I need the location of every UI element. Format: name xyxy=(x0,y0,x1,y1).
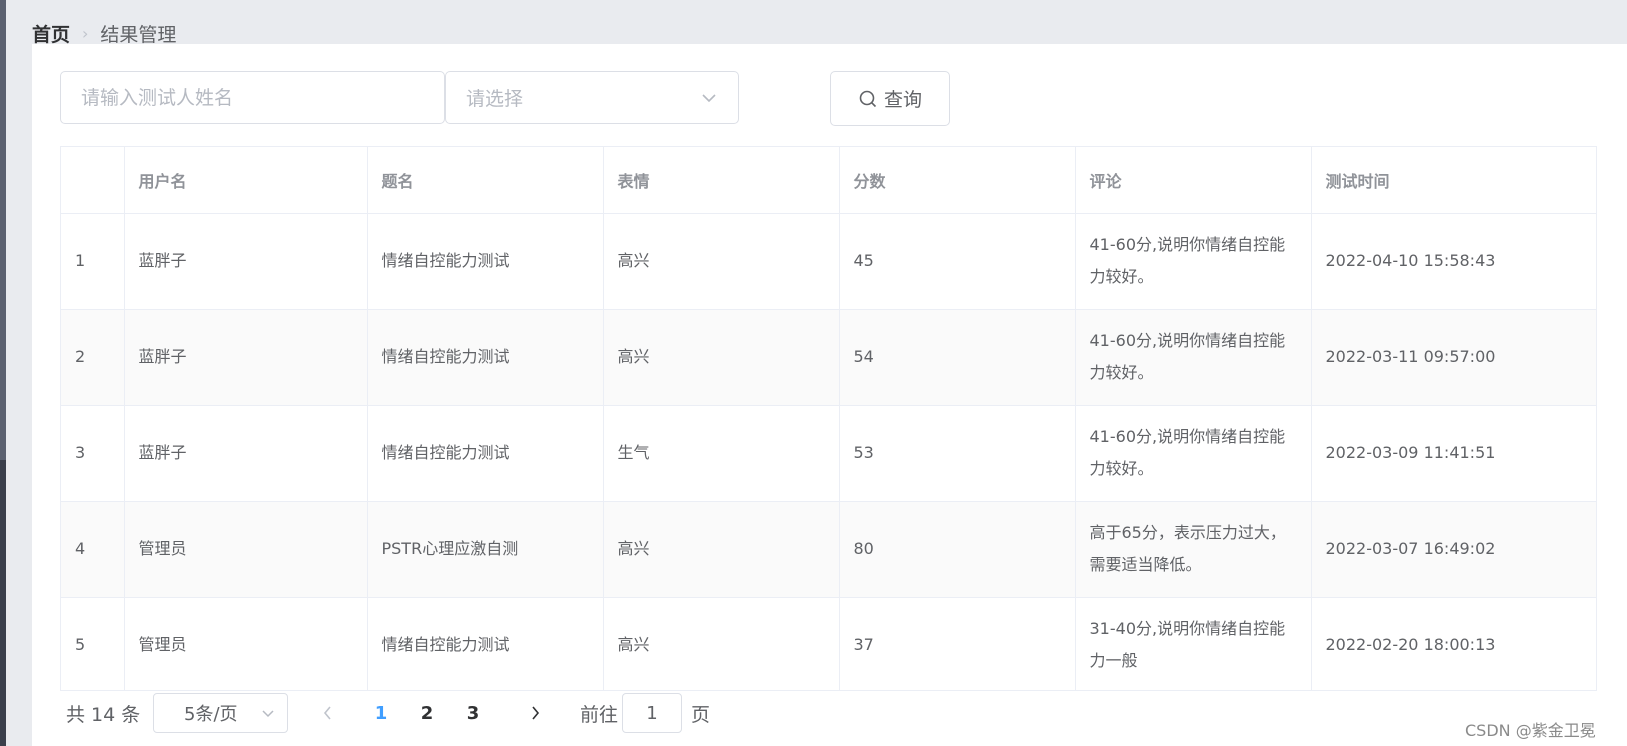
cell-emotion: 高兴 xyxy=(603,213,840,310)
cell-score: 54 xyxy=(839,309,1076,406)
col-header-emotion: 表情 xyxy=(603,147,840,214)
cell-username: 管理员 xyxy=(124,501,368,598)
cell-test-time: 2022-03-11 09:57:00 xyxy=(1311,309,1596,406)
watermark: CSDN @紫金卫冕 xyxy=(1465,721,1596,740)
breadcrumb-home[interactable]: 首页 xyxy=(32,20,70,47)
search-icon xyxy=(859,90,877,107)
table-row[interactable]: 1 蓝胖子 情绪自控能力测试 高兴 45 41-60分,说明你情绪自控能力较好。… xyxy=(61,213,1596,310)
cell-title: 情绪自控能力测试 xyxy=(367,309,604,406)
page-size-value: 5条/页 xyxy=(184,704,238,725)
cell-comment: 31-40分,说明你情绪自控能力一般 xyxy=(1075,597,1312,690)
cell-emotion: 高兴 xyxy=(603,597,840,690)
cell-index: 3 xyxy=(61,405,125,502)
pagination-total: 共 14 条 xyxy=(66,703,141,726)
cell-score: 45 xyxy=(839,213,1076,310)
page-1-button[interactable]: 1 xyxy=(368,693,394,733)
cell-index: 2 xyxy=(61,309,125,406)
cell-title: 情绪自控能力测试 xyxy=(367,597,604,690)
chevron-right-icon: › xyxy=(82,23,89,43)
jump-suffix: 页 xyxy=(691,703,711,726)
cell-username: 蓝胖子 xyxy=(124,405,368,502)
page-size-select[interactable]: 5条/页 xyxy=(153,693,288,733)
cell-score: 80 xyxy=(839,501,1076,598)
breadcrumb-current: 结果管理 xyxy=(100,23,177,46)
chevron-down-icon xyxy=(262,710,274,718)
table-row[interactable]: 3 蓝胖子 情绪自控能力测试 生气 53 41-60分,说明你情绪自控能力较好。… xyxy=(61,405,1596,502)
col-header-comment: 评论 xyxy=(1075,147,1312,214)
query-button[interactable]: 查询 xyxy=(830,71,950,126)
cell-username: 蓝胖子 xyxy=(124,213,368,310)
cell-emotion: 高兴 xyxy=(603,309,840,406)
cell-index: 1 xyxy=(61,213,125,310)
cell-comment: 41-60分,说明你情绪自控能力较好。 xyxy=(1075,405,1312,502)
cell-comment: 41-60分,说明你情绪自控能力较好。 xyxy=(1075,309,1312,406)
pagination: 共 14 条 5条/页 1 2 3 前往 1 页 xyxy=(66,693,746,733)
window-edge xyxy=(0,0,6,746)
col-header-score: 分数 xyxy=(839,147,1076,214)
page-3-button[interactable]: 3 xyxy=(460,693,486,733)
cell-comment: 41-60分,说明你情绪自控能力较好。 xyxy=(1075,213,1312,310)
chevron-down-icon xyxy=(702,93,716,102)
page-2-button[interactable]: 2 xyxy=(414,693,440,733)
results-table: 用户名 题名 表情 分数 评论 测试时间 1 蓝胖子 情绪自控能力测试 高兴 4… xyxy=(60,146,1597,691)
col-header-username: 用户名 xyxy=(124,147,368,214)
cell-emotion: 高兴 xyxy=(603,501,840,598)
table-header-row: 用户名 题名 表情 分数 评论 测试时间 xyxy=(61,147,1596,214)
table-row[interactable]: 2 蓝胖子 情绪自控能力测试 高兴 54 41-60分,说明你情绪自控能力较好。… xyxy=(61,309,1596,406)
cell-title: 情绪自控能力测试 xyxy=(367,213,604,310)
cell-test-time: 2022-03-07 16:49:02 xyxy=(1311,501,1596,598)
col-header-test-time: 测试时间 xyxy=(1311,147,1596,214)
cell-index: 4 xyxy=(61,501,125,598)
cell-username: 蓝胖子 xyxy=(124,309,368,406)
select-placeholder: 请选择 xyxy=(466,88,524,110)
query-button-label: 查询 xyxy=(883,89,922,111)
cell-title: 情绪自控能力测试 xyxy=(367,405,604,502)
jump-prefix: 前往 xyxy=(580,703,619,726)
chevron-left-icon xyxy=(323,706,331,720)
table-row[interactable]: 5 管理员 情绪自控能力测试 高兴 37 31-40分,说明你情绪自控能力一般 … xyxy=(61,597,1596,690)
col-header-index xyxy=(61,147,125,214)
cell-comment: 高于65分，表示压力过大，需要适当降低。 xyxy=(1075,501,1312,598)
jump-page-input[interactable]: 1 xyxy=(622,693,682,733)
table-row[interactable]: 4 管理员 PSTR心理应激自测 高兴 80 高于65分，表示压力过大，需要适当… xyxy=(61,501,1596,598)
cell-test-time: 2022-04-10 15:58:43 xyxy=(1311,213,1596,310)
category-select[interactable]: 请选择 xyxy=(445,71,739,124)
cell-index: 5 xyxy=(61,597,125,690)
next-page-button[interactable] xyxy=(523,693,547,733)
cell-title: PSTR心理应激自测 xyxy=(367,501,604,598)
cell-test-time: 2022-02-20 18:00:13 xyxy=(1311,597,1596,690)
prev-page-button[interactable] xyxy=(316,693,340,733)
cell-test-time: 2022-03-09 11:41:51 xyxy=(1311,405,1596,502)
cell-score: 37 xyxy=(839,597,1076,690)
chevron-right-icon xyxy=(532,706,540,720)
cell-emotion: 生气 xyxy=(603,405,840,502)
name-search-input[interactable] xyxy=(60,71,445,124)
cell-score: 53 xyxy=(839,405,1076,502)
breadcrumb: 首页 › 结果管理 xyxy=(32,20,176,46)
cell-username: 管理员 xyxy=(124,597,368,690)
col-header-title: 题名 xyxy=(367,147,604,214)
